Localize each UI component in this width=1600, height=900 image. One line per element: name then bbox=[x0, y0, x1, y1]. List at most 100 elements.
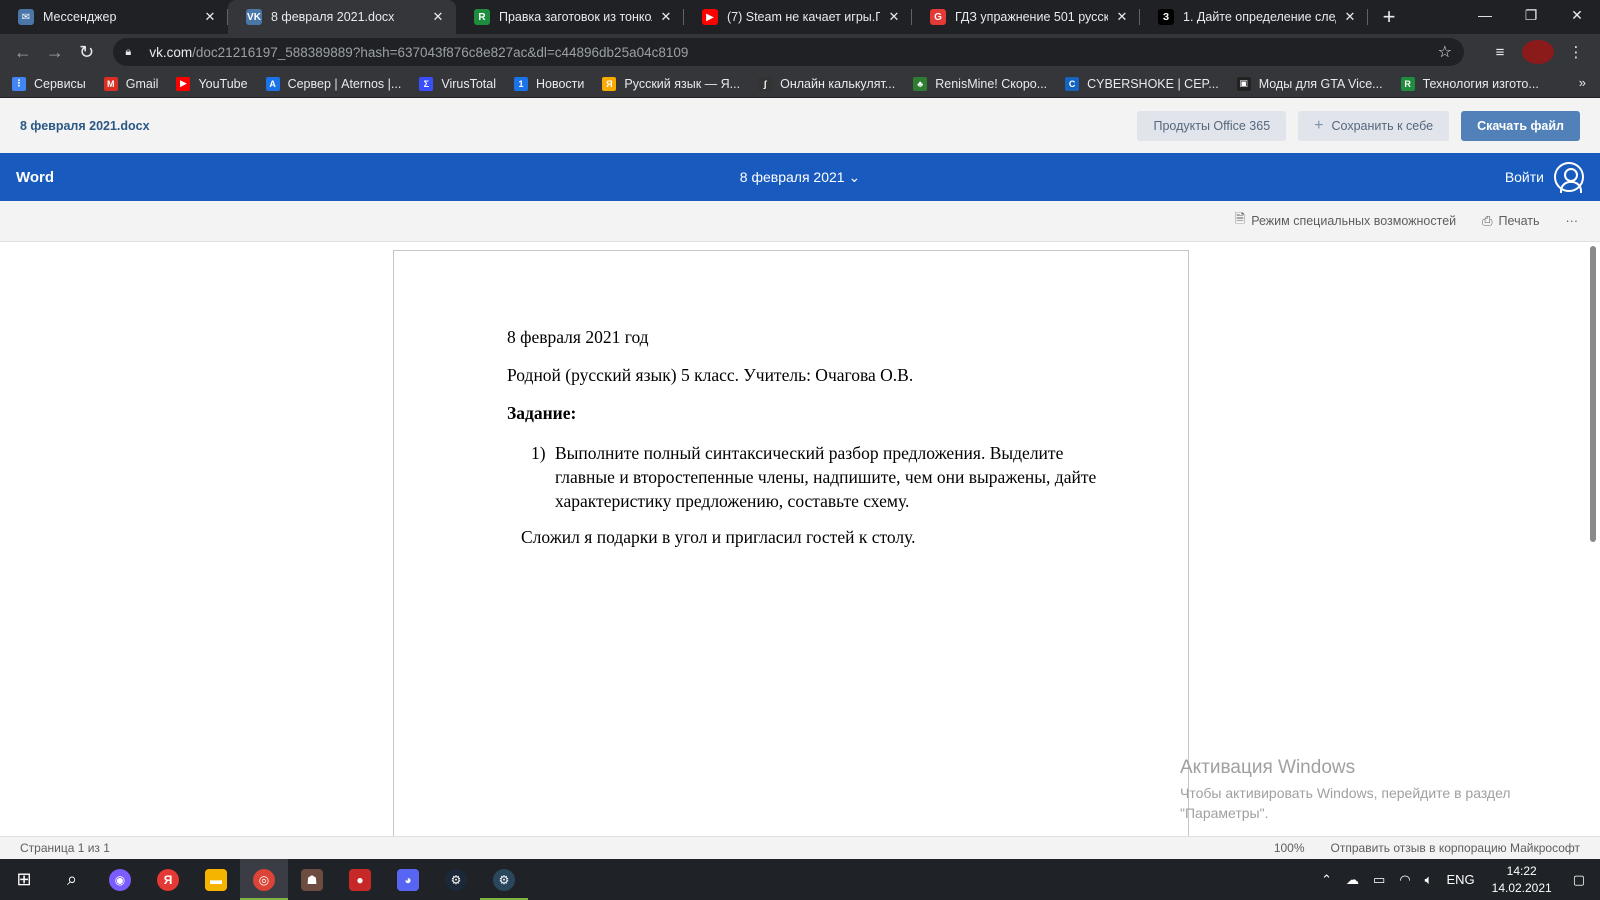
feedback-link[interactable]: Отправить отзыв в корпорацию Майкрософт bbox=[1331, 841, 1580, 855]
bookmark-star-icon[interactable]: ☆ bbox=[1438, 42, 1452, 62]
discord-button[interactable]: ◕ bbox=[384, 859, 432, 900]
bookmark-label: CYBERSHOKE | CEP... bbox=[1087, 76, 1219, 91]
browser-tab[interactable]: G ГДЗ упражнение 501 русский ✕ bbox=[912, 0, 1140, 34]
bookmark-label: Технология изгото... bbox=[1422, 76, 1539, 91]
bookmark-item[interactable]: M Gmail bbox=[103, 76, 159, 91]
game-app-button[interactable]: ☗ bbox=[288, 859, 336, 900]
bookmark-item[interactable]: ∫ Онлайн калькулят... bbox=[758, 76, 895, 91]
bookmarks-list: ⋮ Сервисы M Gmail ▶ YouTube A Сервер | Aternos … bbox=[12, 76, 1557, 91]
virustotal-icon: Σ bbox=[419, 76, 434, 91]
user-icon bbox=[1554, 162, 1584, 193]
word-app-name[interactable]: Word bbox=[16, 169, 54, 186]
sign-in-button[interactable]: Войти bbox=[1505, 162, 1584, 193]
browser-tab-strip: ✉ Мессенджер ✕ VK 8 февраля 2021.docx ✕ R Правк… bbox=[0, 0, 1600, 34]
close-icon[interactable]: ✕ bbox=[1114, 9, 1130, 25]
browser-tab[interactable]: ✉ Мессенджер ✕ bbox=[0, 0, 228, 34]
task-list-item: 1) Выполните полный синтаксический разбо… bbox=[507, 441, 1107, 513]
forward-icon[interactable]: → bbox=[40, 37, 70, 67]
notifications-icon[interactable]: ▢ bbox=[1573, 872, 1585, 888]
alice-button[interactable]: ◉ bbox=[96, 859, 144, 900]
search-icon: ⌕ bbox=[66, 869, 78, 889]
bookmark-item[interactable]: ♣ RenisMine! Скоро... bbox=[913, 76, 1047, 91]
office-products-button[interactable]: Продукты Office 365 bbox=[1137, 110, 1287, 141]
menu-icon[interactable]: ⋮ bbox=[1560, 43, 1592, 61]
bookmarks-overflow-icon[interactable]: » bbox=[1579, 75, 1586, 90]
steam-running-button[interactable]: ⚙ bbox=[480, 859, 528, 900]
bookmark-item[interactable]: 1 Новости bbox=[514, 76, 585, 91]
wifi-icon[interactable]: ◠ bbox=[1399, 872, 1410, 888]
close-icon[interactable]: ✕ bbox=[1342, 9, 1358, 25]
game-icon: ☗ bbox=[301, 868, 323, 891]
close-icon[interactable]: ✕ bbox=[202, 9, 218, 25]
print-button[interactable]: ⎙ Печать bbox=[1482, 213, 1539, 229]
profile-avatar[interactable] bbox=[1522, 40, 1555, 64]
tab-separator bbox=[1367, 9, 1368, 25]
more-options-button[interactable]: ··· bbox=[1566, 214, 1579, 228]
accessibility-doc-icon: 🗎︎ bbox=[1234, 211, 1246, 226]
among-us-icon: ● bbox=[349, 868, 371, 891]
new-tab-button[interactable]: + bbox=[1374, 0, 1404, 34]
bookmark-item[interactable]: C CYBERSHOKE | CEP... bbox=[1065, 76, 1219, 91]
bookmark-item[interactable]: A Сервер | Aternos |... bbox=[265, 76, 401, 91]
chrome-button[interactable]: ◎ bbox=[240, 859, 288, 900]
gdz-icon: G bbox=[930, 9, 946, 25]
yandex-icon: Я bbox=[157, 868, 179, 891]
browser-tab[interactable]: VK 8 февраля 2021.docx ✕ bbox=[228, 0, 456, 34]
bookmark-item[interactable]: R Технология изгото... bbox=[1400, 76, 1539, 91]
language-indicator[interactable]: ENG bbox=[1446, 872, 1474, 887]
task-number: 1) bbox=[531, 443, 546, 463]
close-icon[interactable]: ✕ bbox=[430, 9, 446, 25]
tab-title: (7) Steam не качает игры.Пре bbox=[727, 10, 880, 24]
onedrive-icon[interactable]: ☁ bbox=[1346, 872, 1359, 888]
doc-title-dropdown[interactable]: 8 февраля 2021 ⌄ bbox=[740, 169, 860, 185]
bookmark-item[interactable]: ⋮ Сервисы bbox=[12, 76, 86, 91]
doc-subject: Родной (русский язык) 5 класс. Учитель: … bbox=[507, 365, 914, 385]
watermark-line-2: "Параметры". bbox=[1180, 805, 1269, 821]
reload-icon[interactable]: ↻ bbox=[72, 37, 102, 67]
battery-icon[interactable]: ▭ bbox=[1373, 872, 1385, 888]
clock[interactable]: 14:22 14.02.2021 bbox=[1492, 863, 1552, 897]
close-icon[interactable]: ✕ bbox=[886, 9, 902, 25]
bookmark-label: Новости bbox=[536, 76, 585, 91]
start-button[interactable]: ⊞ bbox=[0, 859, 48, 900]
download-file-button[interactable]: Скачать файл bbox=[1461, 110, 1580, 141]
back-icon[interactable]: ← bbox=[8, 37, 38, 67]
apps-icon: ⋮ bbox=[12, 76, 26, 91]
znanija-icon: З bbox=[1158, 9, 1174, 25]
media-control-icon[interactable]: ≡ bbox=[1484, 44, 1516, 61]
bookmark-label: Gmail bbox=[125, 76, 159, 91]
address-bar[interactable]: 🔒︎ vk.com/doc21216197_588389889?hash=637… bbox=[113, 38, 1465, 66]
save-to-self-label: Сохранить к себе bbox=[1331, 118, 1434, 133]
bookmark-item[interactable]: Σ VirusTotal bbox=[419, 76, 496, 91]
minimize-icon[interactable]: — bbox=[1462, 0, 1508, 30]
chevron-up-icon[interactable]: ⌃ bbox=[1321, 872, 1332, 888]
save-to-self-button[interactable]: + Сохранить к себе bbox=[1298, 110, 1450, 141]
alice-icon: ◉ bbox=[109, 868, 131, 891]
folder-icon: ▬ bbox=[205, 868, 227, 891]
bookmark-item[interactable]: Я Русский язык — Я... bbox=[602, 76, 740, 91]
among-us-button[interactable]: ● bbox=[336, 859, 384, 900]
yandex-browser-button[interactable]: Я bbox=[144, 859, 192, 900]
browser-tab[interactable]: З 1. Дайте определение следую ✕ bbox=[1140, 0, 1368, 34]
news-icon: 1 bbox=[514, 76, 528, 91]
search-button[interactable]: ⌕ bbox=[48, 859, 96, 900]
accessibility-mode-button[interactable]: 🗎︎ Режим специальных возможностей bbox=[1235, 210, 1456, 232]
bookmark-item[interactable]: ▶ YouTube bbox=[176, 76, 248, 91]
task-sentence: Сложил я подарки в угол и пригласил гост… bbox=[521, 527, 916, 547]
browser-tab[interactable]: R Правка заготовок из тонколи ✕ bbox=[456, 0, 684, 34]
close-window-icon[interactable]: ✕ bbox=[1554, 0, 1600, 30]
doc-title: 8 февраля 2021 bbox=[739, 168, 845, 185]
renismine-icon: ♣ bbox=[913, 76, 928, 91]
zoom-level[interactable]: 100% bbox=[1274, 841, 1305, 855]
bookmark-item[interactable]: ▣ Моды для GTA Vice... bbox=[1236, 76, 1383, 91]
file-explorer-button[interactable]: ▬ bbox=[192, 859, 240, 900]
windows-activation-watermark: Активация Windows Чтобы активировать Win… bbox=[1180, 757, 1511, 823]
close-icon[interactable]: ✕ bbox=[658, 9, 674, 25]
doc-name-link[interactable]: 8 февраля 2021.docx bbox=[20, 119, 150, 133]
document-scrollbar[interactable] bbox=[1590, 246, 1596, 542]
steam-button[interactable]: ⚙ bbox=[432, 859, 480, 900]
restore-icon[interactable]: ❐ bbox=[1508, 0, 1554, 30]
volume-icon[interactable]: 🔈︎ bbox=[1425, 872, 1433, 888]
browser-tab[interactable]: ▶ (7) Steam не качает игры.Пре ✕ bbox=[684, 0, 912, 34]
document-icon: R bbox=[1400, 76, 1415, 91]
